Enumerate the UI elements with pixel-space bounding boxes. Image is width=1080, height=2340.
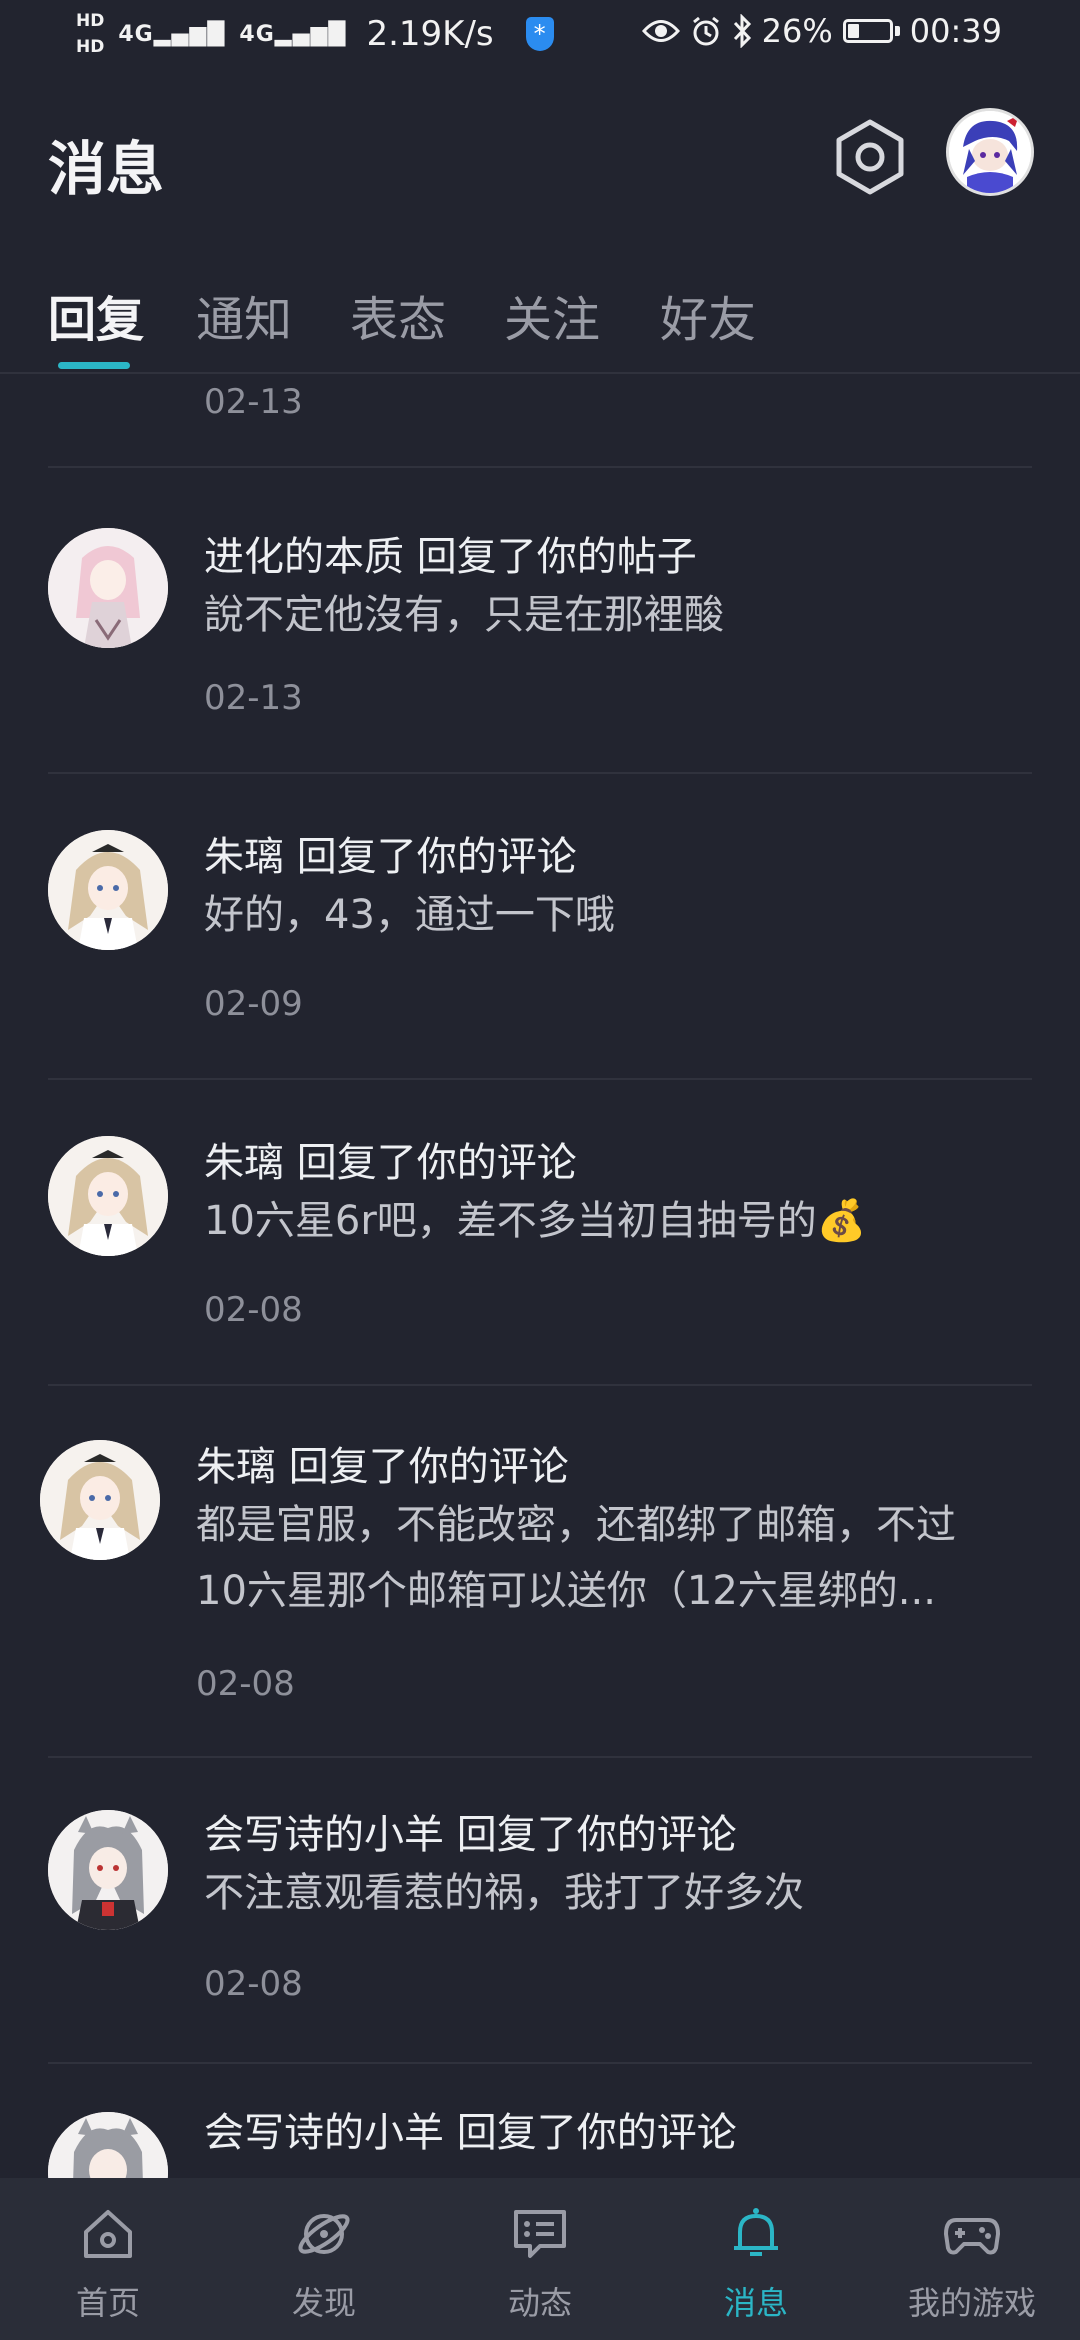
nav-home[interactable]: 首页 [0,2178,216,2340]
nav-label: 我的游戏 [907,2284,1036,2322]
signal-1: 4G▂▄▆█ [118,21,226,47]
avatar[interactable] [40,1440,160,1560]
tab-notifications[interactable]: 通知 [196,280,292,350]
status-bar: HD HD 4G▂▄▆█ 4G▂▄▆█ 2.19K/s * 26% 00:39 [0,0,1080,70]
tab-replies[interactable]: 回复 [48,280,144,350]
message-list[interactable]: 02-13 进化的本质 回复了你的帖子 說不定他沒有，只是在那裡酸 02-13 [0,374,1080,2178]
nav-label: 动态 [507,2284,572,2322]
nav-messages[interactable]: 消息 [648,2178,864,2340]
avatar[interactable] [48,528,168,648]
list-item[interactable]: 会写诗的小羊 回复了你的评论 [0,2064,1080,2178]
tab-reactions[interactable]: 表态 [350,280,446,350]
nav-feed[interactable]: 动态 [432,2178,648,2340]
nav-label: 首页 [75,2284,140,2322]
avatar[interactable] [48,830,168,950]
item-date: 02-08 [204,1290,303,1330]
bell-icon [734,2208,778,2256]
tab-follows[interactable]: 关注 [504,280,600,350]
signal-1-label: 4G [118,21,154,47]
avatar[interactable] [48,1810,168,1930]
app-notification-icon: * [525,17,554,51]
nav-label: 消息 [723,2284,788,2322]
user-avatar[interactable] [946,108,1034,196]
planet-icon [298,2214,350,2254]
list-item[interactable]: 朱璃 回复了你的评论 10六星6r吧，差不多当初自抽号的💰 02-08 [0,1080,1080,1384]
item-date: 02-13 [204,678,303,718]
item-body-line-2: 10六星那个邮箱可以送你（12六星绑的... [196,1568,936,1614]
item-date: 02-08 [204,1964,303,2004]
item-body-line-1: 都是官服，不能改密，还都绑了邮箱，不过 [196,1502,956,1548]
home-icon [84,2210,132,2258]
item-body: 好的，43，通过一下哦 [204,892,615,938]
list-item[interactable]: 朱璃 回复了你的评论 好的，43，通过一下哦 02-09 [0,774,1080,1078]
message-board-icon [514,2210,566,2258]
signal-2-label: 4G [239,21,275,47]
bottom-nav: 首页 发现 动态 消息 我的游戏 [0,2178,1080,2340]
avatar[interactable] [48,1136,168,1256]
avatar[interactable] [48,2112,168,2178]
page-title: 消息 [48,135,165,203]
item-title: 朱璃 回复了你的评论 [196,1444,569,1490]
item-title: 朱璃 回复了你的评论 [204,834,577,880]
hd-indicator: HD HD [76,8,104,60]
item-body: 說不定他沒有，只是在那裡酸 [204,592,724,638]
battery-icon [842,19,893,43]
alarm-icon [692,16,719,46]
gamepad-icon [944,2218,1000,2255]
tab-bar: 回复 通知 表态 关注 好友 [0,270,1080,370]
eye-icon [641,20,680,42]
list-item[interactable]: 朱璃 回复了你的评论 都是官服，不能改密，还都绑了邮箱，不过 10六星那个邮箱可… [0,1386,1080,1756]
hd1-label: HD [76,11,105,31]
battery-percent: 26% [761,12,833,50]
hd2-label: HD [76,37,105,57]
item-title: 朱璃 回复了你的评论 [204,1140,577,1186]
list-item[interactable]: 进化的本质 回复了你的帖子 說不定他沒有，只是在那裡酸 02-13 [0,468,1080,772]
item-title: 会写诗的小羊 回复了你的评论 [204,1812,737,1858]
settings-hexagon-icon [836,119,904,195]
item-body: 10六星6r吧，差不多当初自抽号的💰 [204,1198,867,1244]
item-title: 进化的本质 回复了你的帖子 [204,534,697,580]
battery-tip [894,26,900,36]
item-body: 不注意观看惹的祸，我打了好多次 [204,1870,804,1916]
tab-friends[interactable]: 好友 [660,280,756,350]
nav-label: 发现 [291,2284,356,2322]
clock: 00:39 [909,12,1002,50]
settings-button[interactable] [830,114,910,200]
list-item[interactable]: 会写诗的小羊 回复了你的评论 不注意观看惹的祸，我打了好多次 02-08 [0,1758,1080,2062]
item-title: 会写诗的小羊 回复了你的评论 [204,2110,737,2156]
header: 消息 [0,100,1080,220]
active-tab-indicator [58,362,130,369]
partial-item-date: 02-13 [204,382,303,422]
nav-my-games[interactable]: 我的游戏 [864,2178,1080,2340]
item-date: 02-08 [196,1664,295,1704]
bluetooth-icon [733,14,751,48]
nav-discover[interactable]: 发现 [216,2178,432,2340]
signal-2: 4G▂▄▆█ [239,21,347,47]
net-speed: 2.19K/s [366,14,494,54]
item-date: 02-09 [204,984,303,1024]
